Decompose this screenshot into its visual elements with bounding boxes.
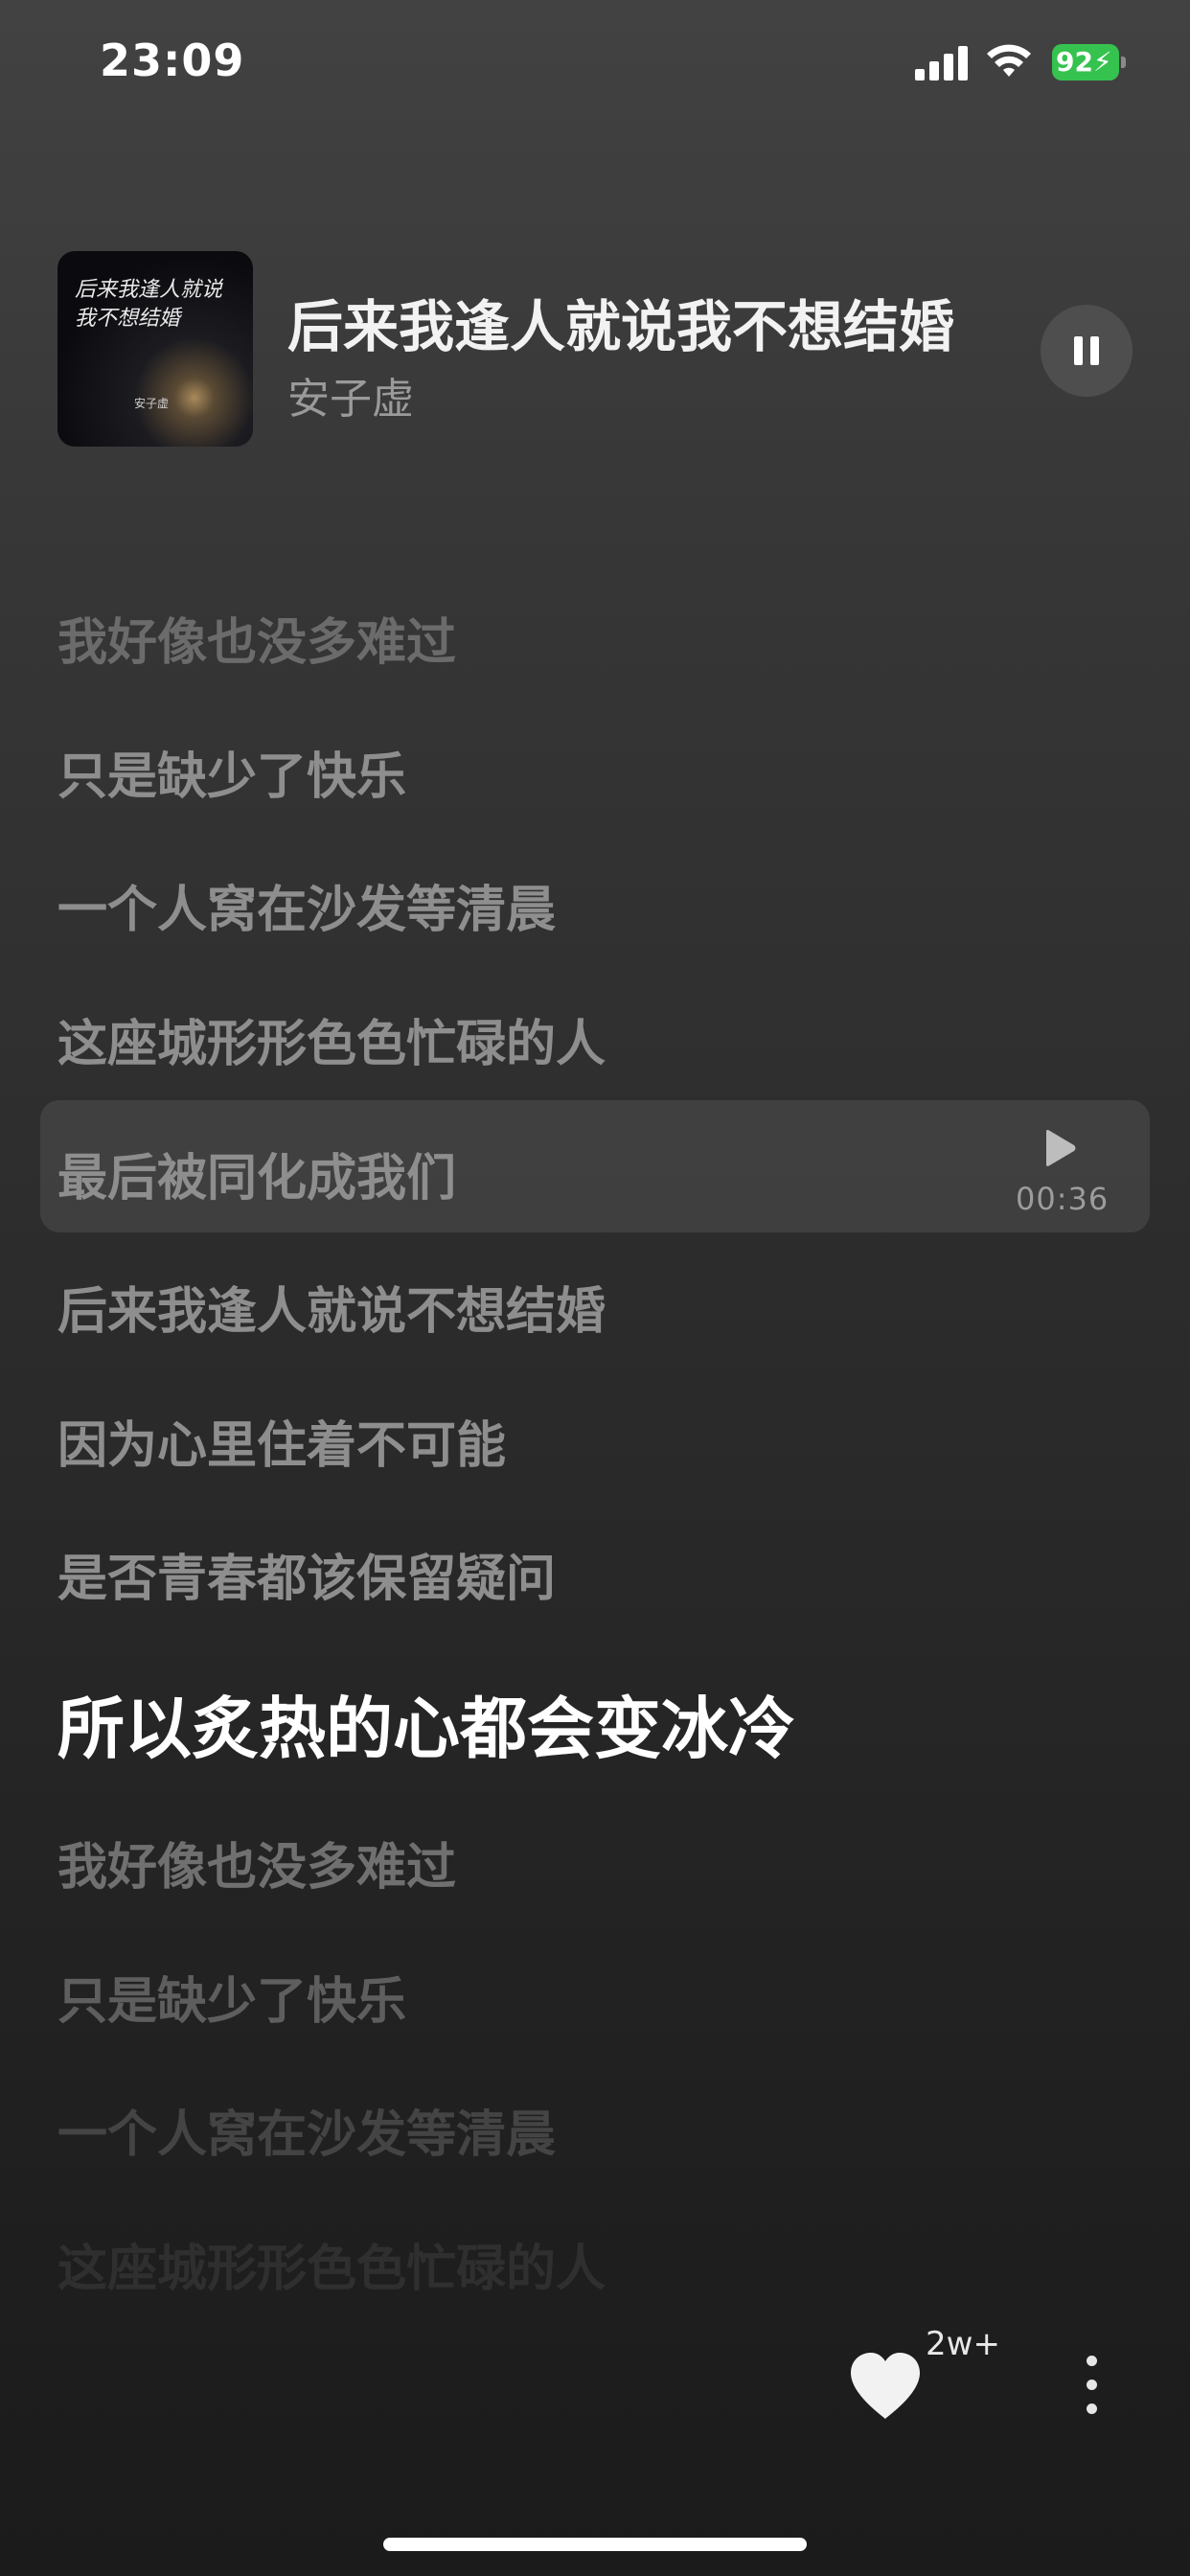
lyric-line[interactable]: 我好像也没多难过 [57,1827,456,1898]
pause-icon [1074,336,1099,365]
lyric-line[interactable]: 因为心里住着不可能 [57,1405,506,1477]
lyric-line[interactable]: 最后被同化成我们 [57,1138,456,1209]
like-count: 2w+ [926,2325,1000,2363]
wifi-icon [987,44,1031,77]
battery-percent: 92 [1056,46,1093,78]
lyric-line[interactable]: 只是缺少了快乐 [57,1961,406,2033]
song-artist[interactable]: 安子虚 [287,364,414,426]
song-title[interactable]: 后来我逢人就说我不想结婚 [287,282,954,362]
lyric-line-current[interactable]: 所以炙热的心都会变冰冷 [57,1675,795,1772]
album-art-title: 后来我逢人就说我不想结婚 [75,278,223,331]
album-art[interactable]: 后来我逢人就说我不想结婚 安子虚 [57,251,253,447]
now-playing-header: 后来我逢人就说我不想结婚 安子虚 后来我逢人就说我不想结婚 安子虚 [0,251,1190,448]
lyric-line[interactable]: 是否青春都该保留疑问 [57,1538,556,1610]
heart-icon[interactable] [847,2350,924,2423]
lyric-line[interactable]: 后来我逢人就说不想结婚 [57,1271,606,1343]
charging-bolt-icon: ⚡ [1092,46,1112,78]
lyric-line[interactable]: 这座城形形色色忙碌的人 [57,1003,606,1075]
pause-button[interactable] [1041,305,1133,397]
lyric-line[interactable]: 一个人窝在沙发等清晨 [57,869,556,941]
lyric-line[interactable]: 只是缺少了快乐 [57,736,406,808]
home-indicator[interactable] [383,2538,807,2551]
album-art-artist: 安子虚 [134,397,170,410]
lyrics-player-screen: 23:09 92⚡ 后来我逢人就说我不想结婚 安子虚 后来我逢人就说我不想结婚 … [0,0,1190,2576]
lyric-line[interactable]: 一个人窝在沙发等清晨 [57,2094,556,2166]
battery-icon: 92⚡ [1052,44,1126,80]
play-icon[interactable] [1042,1129,1077,1167]
signal-icon [915,46,968,80]
status-bar: 23:09 92⚡ [0,0,1190,134]
lyric-line[interactable]: 我好像也没多难过 [57,602,456,674]
seek-time: 00:36 [1016,1181,1110,1217]
battery-level: 92⚡ [1052,44,1119,80]
status-time: 23:09 [100,34,245,86]
battery-tip [1121,57,1126,68]
lyric-line[interactable]: 这座城形形色色忙碌的人 [57,2228,606,2300]
more-vertical-icon[interactable] [1073,2352,1111,2419]
